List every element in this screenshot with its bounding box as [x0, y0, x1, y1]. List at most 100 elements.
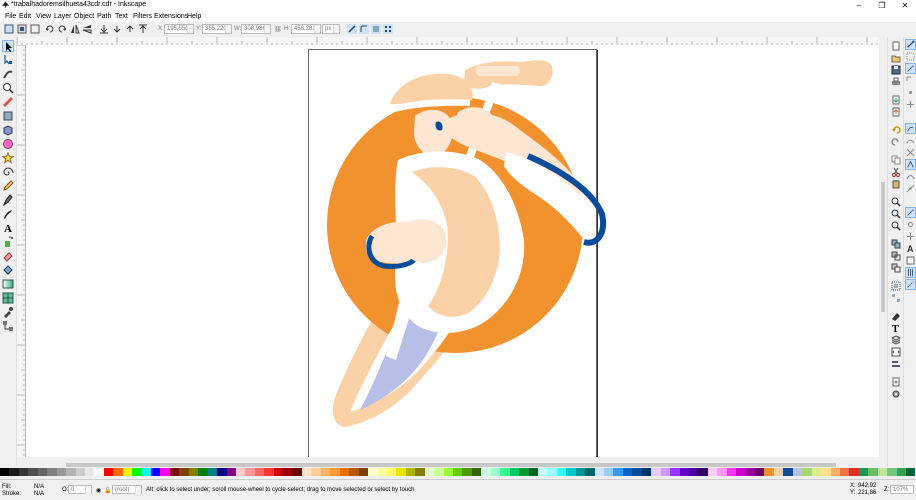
palette-swatch[interactable] — [377, 468, 387, 476]
palette-swatch[interactable] — [604, 468, 614, 476]
raise-to-top-icon[interactable] — [138, 24, 148, 34]
snap-bbox-centers-icon[interactable] — [905, 99, 916, 110]
worker-silhouette-artwork[interactable] — [26, 45, 879, 457]
document-properties-icon[interactable] — [891, 377, 901, 387]
palette-swatch[interactable] — [132, 468, 142, 476]
palette-swatch[interactable] — [330, 468, 340, 476]
drawing-canvas[interactable] — [26, 45, 879, 457]
palette-swatch[interactable] — [632, 468, 642, 476]
palette-swatch[interactable] — [311, 468, 321, 476]
spiral-tool-icon[interactable] — [2, 166, 14, 178]
export-icon[interactable] — [891, 107, 901, 117]
palette-swatch[interactable] — [877, 468, 888, 476]
snap-bbox-edges-icon[interactable] — [905, 63, 916, 74]
flip-vertical-icon[interactable] — [82, 24, 92, 34]
preferences-icon[interactable] — [891, 389, 901, 399]
palette-swatch[interactable] — [151, 468, 161, 476]
paste-icon[interactable] — [891, 179, 901, 189]
palette-swatch[interactable] — [103, 468, 114, 476]
print-icon[interactable] — [891, 77, 901, 87]
unlink-clone-icon[interactable] — [891, 263, 901, 273]
palette-swatch[interactable] — [660, 468, 671, 476]
snap-bbox-corners-icon[interactable] — [905, 75, 916, 86]
node-tool-icon[interactable] — [2, 54, 14, 66]
snap-guides-icon[interactable] — [905, 279, 916, 290]
stroke-value[interactable]: N/A — [34, 491, 44, 497]
color-palette[interactable] — [0, 468, 916, 477]
palette-swatch[interactable] — [443, 468, 453, 476]
h-input[interactable]: 458,281 — [291, 24, 321, 34]
palette-swatch[interactable] — [887, 468, 897, 476]
cut-icon[interactable] — [891, 167, 901, 177]
pencil-tool-icon[interactable] — [2, 180, 14, 192]
palette-swatch[interactable] — [94, 468, 104, 476]
palette-swatch[interactable] — [745, 468, 755, 476]
ungroup-icon[interactable] — [891, 293, 901, 303]
menu-path[interactable]: Path — [97, 13, 111, 20]
palette-swatch[interactable] — [821, 468, 831, 476]
zoom-page-icon[interactable] — [891, 221, 901, 231]
palette-swatch[interactable] — [56, 468, 67, 476]
palette-swatch[interactable] — [47, 468, 57, 476]
zoom-drawing-icon[interactable] — [891, 209, 901, 219]
scale-stroke-icon[interactable] — [347, 24, 357, 34]
menu-object[interactable]: Object — [74, 13, 94, 20]
flip-horizontal-icon[interactable] — [70, 24, 80, 34]
palette-swatch[interactable] — [651, 468, 661, 476]
snap-page-border-icon[interactable] — [905, 255, 916, 266]
palette-swatch[interactable] — [292, 468, 302, 476]
palette-swatch[interactable] — [386, 468, 397, 476]
palette-swatch[interactable] — [537, 468, 548, 476]
snap-object-centers-icon[interactable] — [905, 219, 916, 230]
clone-icon[interactable] — [891, 251, 901, 261]
palette-swatch[interactable] — [679, 468, 689, 476]
palette-swatch[interactable] — [75, 468, 85, 476]
palette-swatch[interactable] — [556, 468, 567, 476]
palette-swatch[interactable] — [113, 468, 123, 476]
palette-swatch[interactable] — [453, 468, 463, 476]
mesh-tool-icon[interactable] — [2, 292, 14, 304]
snap-text-baseline-icon[interactable]: A — [905, 243, 916, 254]
menu-file[interactable]: File — [5, 13, 16, 20]
palette-swatch[interactable] — [755, 468, 765, 476]
redo-icon[interactable] — [891, 137, 901, 147]
palette-swatch[interactable] — [490, 468, 501, 476]
zoom-selection-icon[interactable] — [891, 197, 901, 207]
x-input[interactable]: 195,550 — [164, 24, 194, 34]
palette-swatch[interactable] — [896, 468, 906, 476]
snap-smooth-nodes-icon[interactable] — [905, 171, 916, 182]
raise-icon[interactable] — [125, 24, 135, 34]
palette-swatch[interactable] — [264, 468, 274, 476]
text-font-icon[interactable]: T — [891, 323, 901, 333]
layers-icon[interactable] — [891, 335, 901, 345]
palette-swatch[interactable] — [500, 468, 510, 476]
snap-cusp-nodes-icon[interactable] — [905, 159, 916, 170]
maximize-button[interactable]: ❐ — [871, 0, 893, 11]
palette-swatch[interactable] — [0, 468, 10, 476]
palette-swatch[interactable] — [858, 468, 869, 476]
rotate-cw-icon[interactable] — [57, 24, 67, 34]
palette-swatch[interactable] — [547, 468, 557, 476]
palette-swatch[interactable] — [273, 468, 284, 476]
palette-swatch[interactable] — [773, 468, 784, 476]
lock-icon[interactable]: ⛓ — [274, 26, 282, 33]
palette-swatch[interactable] — [688, 468, 699, 476]
palette-swatch[interactable] — [707, 468, 718, 476]
snap-midpoints-icon[interactable] — [905, 183, 916, 194]
palette-swatch[interactable] — [254, 468, 265, 476]
spray-tool-icon[interactable] — [2, 236, 14, 248]
snap-others-icon[interactable] — [905, 207, 916, 218]
palette-swatch[interactable] — [235, 468, 246, 476]
palette-swatch[interactable] — [141, 468, 151, 476]
y-input[interactable]: 355,220 — [202, 24, 232, 34]
transform-gradients-icon[interactable] — [371, 24, 381, 34]
snap-intersections-icon[interactable] — [905, 147, 916, 158]
palette-swatch[interactable] — [613, 468, 623, 476]
palette-swatch[interactable] — [368, 468, 378, 476]
palette-swatch[interactable] — [641, 468, 652, 476]
import-icon[interactable] — [891, 95, 901, 105]
open-icon[interactable] — [891, 53, 901, 63]
palette-swatch[interactable] — [717, 468, 727, 476]
menu-extensions[interactable]: Extensions — [154, 13, 188, 20]
group-icon[interactable] — [891, 281, 901, 291]
